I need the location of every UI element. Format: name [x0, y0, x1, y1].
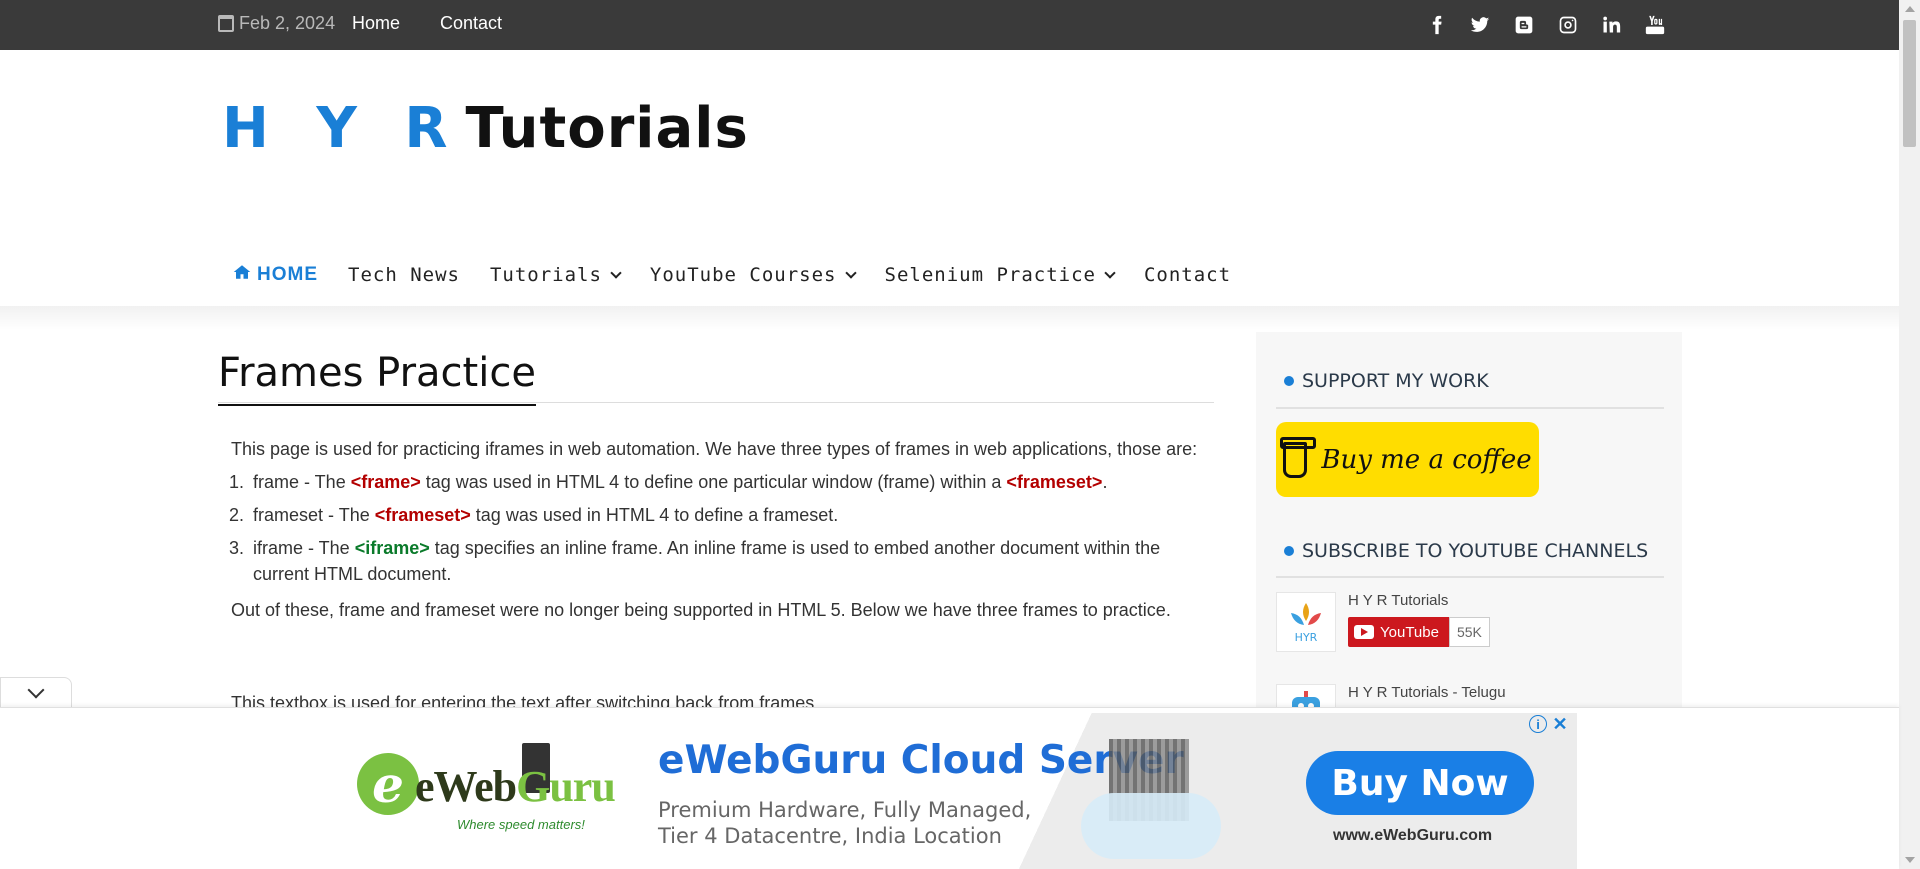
- article-body: This page is used for practicing iframes…: [231, 433, 1201, 630]
- ad-info-icon[interactable]: i: [1529, 715, 1547, 733]
- logo-word: Tutorials: [465, 96, 749, 161]
- chevron-down-icon: [1104, 266, 1116, 279]
- ad-subtext: Premium Hardware, Fully Managed, Tier 4 …: [658, 797, 1031, 849]
- support-title-text: SUPPORT MY WORK: [1302, 370, 1489, 392]
- nav-label-home: HOME: [257, 264, 318, 285]
- nav-label-selenium-practice: Selenium Practice: [884, 264, 1096, 286]
- list-text: iframe - The: [253, 538, 355, 558]
- ad-url[interactable]: www.eWebGuru.com: [1333, 827, 1492, 845]
- channel-row: HYR H Y R Tutorials YouTube 55K: [1276, 592, 1490, 652]
- youtube-subscribe-button[interactable]: YouTube 55K: [1348, 617, 1490, 647]
- ad-brand-mark: e: [357, 753, 419, 815]
- tag-frameset: <frameset>: [1006, 472, 1103, 492]
- subscribe-title-text: SUBSCRIBE TO YOUTUBE CHANNELS: [1302, 540, 1649, 562]
- facebook-icon[interactable]: [1425, 13, 1449, 37]
- list-text: tag was used in HTML 4 to define a frame…: [470, 505, 839, 525]
- scroll-thumb[interactable]: [1903, 20, 1916, 147]
- ad-collapse-button[interactable]: [0, 677, 72, 708]
- ad-brand-logo: e eWebGuru Where speed matters!: [357, 743, 616, 833]
- calendar-icon: [218, 15, 234, 32]
- channel-name[interactable]: H Y R Tutorials: [1348, 592, 1490, 609]
- ad-brand-name-part: Guru: [516, 762, 616, 811]
- blogger-icon[interactable]: [1512, 13, 1536, 37]
- main-nav: HOME Tech News Tutorials YouTube Courses…: [233, 264, 1261, 286]
- ad-close-icon[interactable]: ✕: [1551, 714, 1569, 734]
- post-date-text: Feb 2, 2024: [239, 13, 336, 33]
- tag-frame: <frame>: [350, 472, 421, 492]
- frame-types-list: frame - The <frame> tag was used in HTML…: [249, 469, 1201, 587]
- home-icon: [233, 264, 251, 286]
- logo-initials: H Y R: [222, 96, 462, 161]
- bullet-icon: [1284, 376, 1294, 386]
- ad-brand-name: eWebGuru: [415, 761, 616, 812]
- list-item: frame - The <frame> tag was used in HTML…: [249, 469, 1201, 495]
- sidebar: SUPPORT MY WORK Buy me a coffee SUBSCRIB…: [1256, 332, 1682, 717]
- subscribe-widget-title: SUBSCRIBE TO YOUTUBE CHANNELS: [1284, 540, 1648, 562]
- linkedin-icon[interactable]: [1599, 13, 1623, 37]
- ad-buy-now-button[interactable]: Buy Now: [1306, 751, 1534, 815]
- chevron-down-icon: [27, 681, 45, 699]
- ad-banner[interactable]: i ✕ e eWebGuru Where speed matters! eWeb…: [321, 713, 1577, 869]
- ad-brand-name-part: eWeb: [415, 762, 517, 811]
- channel-avatar[interactable]: HYR: [1276, 592, 1336, 652]
- nav-item-contact[interactable]: Contact: [1144, 264, 1231, 286]
- nav-item-youtube-courses[interactable]: YouTube Courses: [649, 264, 857, 286]
- youtube-subscribe-label[interactable]: YouTube: [1348, 617, 1449, 647]
- ad-controls: i ✕: [1529, 714, 1569, 734]
- widget-divider: [1276, 576, 1664, 578]
- nav-label-youtube-courses: YouTube Courses: [649, 264, 837, 286]
- post-date: Feb 2, 2024: [218, 13, 335, 34]
- svg-text:HYR: HYR: [1295, 631, 1318, 644]
- list-item: frameset - The <frameset> tag was used i…: [249, 502, 1201, 528]
- top-bar: Feb 2, 2024 Home Contact: [0, 0, 1899, 50]
- support-widget-title: SUPPORT MY WORK: [1284, 370, 1489, 392]
- chevron-down-icon: [610, 266, 622, 279]
- subscriber-count: 55K: [1448, 617, 1490, 647]
- youtube-icon[interactable]: [1643, 13, 1667, 37]
- nav-item-selenium-practice[interactable]: Selenium Practice: [884, 264, 1116, 286]
- top-link-contact[interactable]: Contact: [440, 13, 502, 34]
- outro-paragraph: Out of these, frame and frameset were no…: [231, 600, 1171, 620]
- chevron-down-icon: [844, 266, 857, 279]
- nav-label-contact: Contact: [1143, 264, 1232, 286]
- list-text: frameset - The: [253, 505, 375, 525]
- tag-iframe: <iframe>: [354, 538, 430, 558]
- list-text: frame - The: [253, 472, 351, 492]
- ad-subtext-line: Premium Hardware, Fully Managed,: [658, 798, 1032, 822]
- buy-me-a-coffee-button[interactable]: Buy me a coffee: [1276, 422, 1539, 497]
- page-scrollbar[interactable]: [1899, 0, 1920, 869]
- scroll-up-icon[interactable]: [1905, 6, 1915, 12]
- nav-label-tutorials: Tutorials: [489, 264, 602, 286]
- ad-slogan: Where speed matters!: [457, 817, 585, 832]
- nav-item-home[interactable]: HOME: [233, 264, 318, 286]
- youtube-label: YouTube: [1380, 623, 1439, 641]
- nav-label-tech-news: Tech News: [348, 264, 460, 286]
- list-text: .: [1102, 472, 1108, 492]
- instagram-icon[interactable]: [1556, 13, 1580, 37]
- youtube-play-icon: [1354, 625, 1374, 639]
- page-title: Frames Practice: [218, 350, 536, 406]
- site-logo[interactable]: H Y R Tutorials: [222, 96, 749, 161]
- list-item: iframe - The <iframe> tag specifies an i…: [249, 535, 1201, 587]
- list-text: tag was used in HTML 4 to define one par…: [420, 472, 1007, 492]
- scroll-down-icon[interactable]: [1905, 857, 1915, 863]
- coffee-label: Buy me a coffee: [1321, 444, 1532, 475]
- header-shadow: [0, 306, 1899, 330]
- title-divider: [218, 402, 1214, 403]
- coffee-cup-icon: [1280, 436, 1317, 478]
- bullet-icon: [1284, 546, 1294, 556]
- nav-item-tech-news[interactable]: Tech News: [348, 264, 460, 286]
- tag-frameset: <frameset>: [374, 505, 471, 525]
- widget-divider: [1276, 407, 1664, 409]
- cloud-image: [1081, 793, 1221, 859]
- top-link-home[interactable]: Home: [352, 13, 400, 34]
- twitter-icon[interactable]: [1468, 13, 1492, 37]
- intro-paragraph: This page is used for practicing iframes…: [231, 439, 1198, 459]
- nav-item-tutorials[interactable]: Tutorials: [489, 264, 622, 286]
- ad-headline: eWebGuru Cloud Server: [658, 738, 1184, 783]
- channel-name[interactable]: H Y R Tutorials - Telugu: [1348, 684, 1506, 701]
- ad-subtext-line: Tier 4 Datacentre, India Location: [658, 824, 1002, 848]
